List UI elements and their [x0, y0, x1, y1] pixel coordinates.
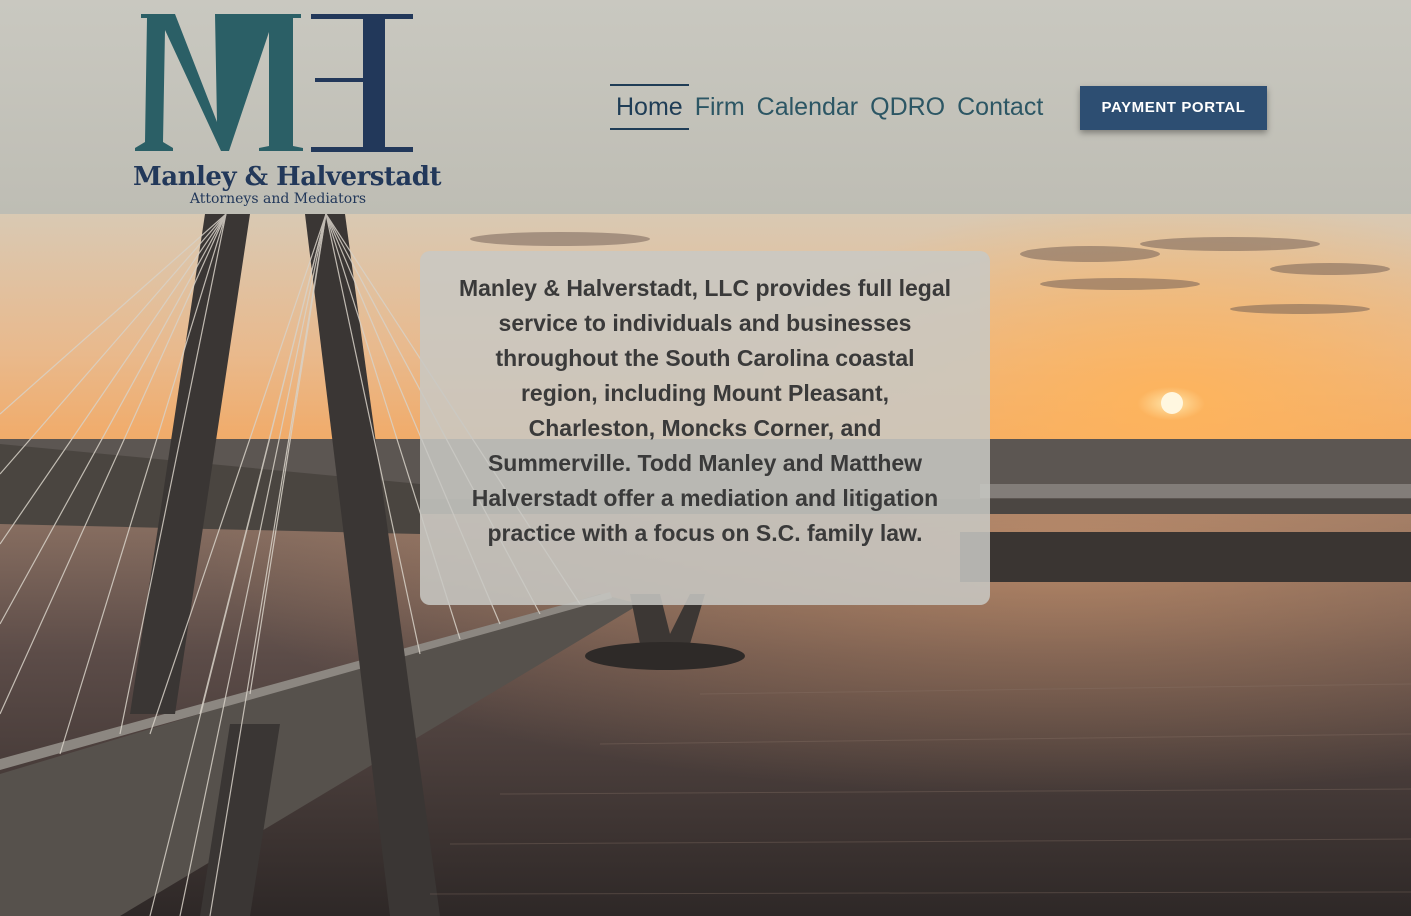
nav-firm[interactable]: Firm [689, 84, 751, 130]
payment-portal-button[interactable]: PAYMENT PORTAL [1080, 86, 1267, 130]
site-logo[interactable]: Manley & Halverstadt Attorneys and Media… [133, 10, 441, 210]
mh-monogram-logo [135, 14, 413, 152]
main-nav: Home Firm Calendar QDRO Contact [610, 84, 1049, 130]
nav-home[interactable]: Home [610, 84, 689, 130]
logo-firm-name: Manley & Halverstadt [133, 162, 441, 192]
nav-calendar[interactable]: Calendar [751, 84, 864, 130]
site-header: Manley & Halverstadt Attorneys and Media… [0, 0, 1411, 214]
nav-contact[interactable]: Contact [951, 84, 1049, 130]
nav-qdro[interactable]: QDRO [864, 84, 951, 130]
intro-text-box: Manley & Halverstadt, LLC provides full … [420, 251, 990, 605]
logo-tagline: Attorneys and Mediators [189, 191, 367, 207]
hero-section: Manley & Halverstadt, LLC provides full … [0, 214, 1411, 916]
intro-paragraph: Manley & Halverstadt, LLC provides full … [458, 275, 952, 546]
